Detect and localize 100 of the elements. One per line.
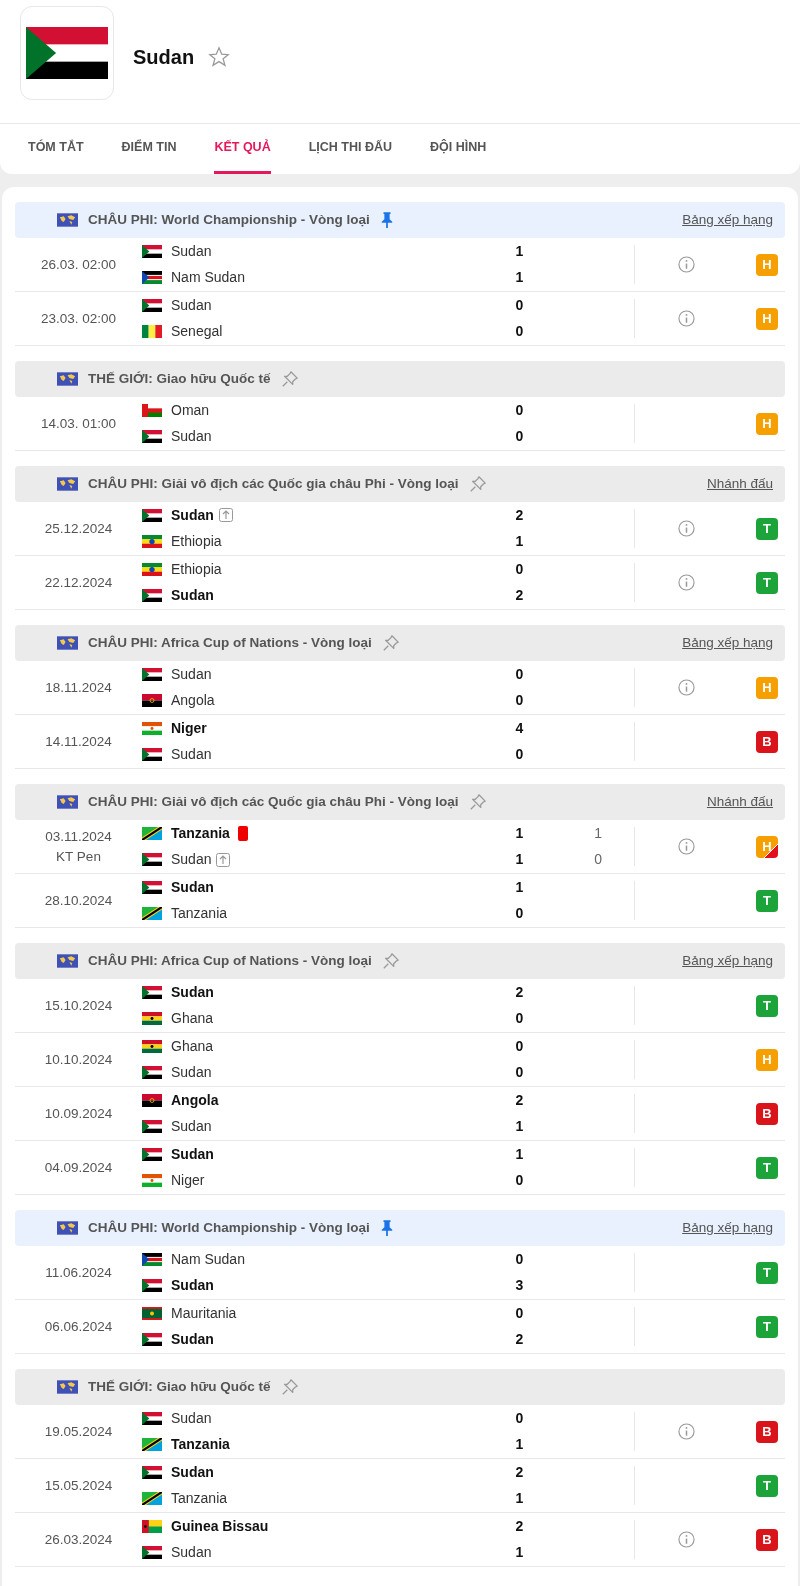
competition-title[interactable]: CHÂU PHI: Giải vô địch các Quốc gia châu Phi - Vòng loại (88, 473, 459, 495)
team-name[interactable]: Sudan (171, 426, 212, 448)
tab[interactable]: ĐỘI HÌNH (430, 124, 487, 174)
flag-icon (142, 1012, 162, 1026)
match-date: 15.05.2024 (44, 1476, 113, 1495)
flag-icon (142, 1306, 162, 1320)
team-name[interactable]: Tanzania (171, 903, 228, 925)
team-name[interactable]: Guinea Bissau (171, 1515, 269, 1537)
match-date: 11.06.2024 (45, 1263, 112, 1282)
pin-icon[interactable] (379, 1219, 394, 1237)
team-name[interactable]: Ethiopia (171, 558, 222, 580)
team-name[interactable]: Sudan (171, 294, 212, 316)
competition-title[interactable]: THẾ GIỚI: Giao hữu Quốc tế (88, 1376, 271, 1398)
competition-title[interactable]: CHÂU PHI: Africa Cup of Nations - Vòng loại (88, 632, 372, 654)
team-name[interactable]: Sudan (171, 585, 214, 607)
standings-link[interactable]: Bảng xếp hạng (682, 950, 773, 972)
tab[interactable]: TÓM TẮT (28, 124, 84, 174)
match-date: 19.05.2024 (44, 1422, 113, 1441)
team-name[interactable]: Sudan (171, 981, 214, 1003)
tab[interactable]: ĐIỂM TIN (121, 124, 177, 174)
info-icon[interactable] (678, 1423, 695, 1440)
score: 3 (514, 1276, 525, 1296)
team-name[interactable]: Oman (171, 399, 210, 421)
team-name[interactable]: Tanzania (171, 1488, 228, 1510)
flag-icon (142, 667, 162, 681)
match-date: 03.11.2024 (45, 827, 112, 846)
info-icon[interactable] (678, 256, 695, 273)
penalty-score: 0 (593, 850, 603, 870)
standings-link[interactable]: Nhánh đấu (706, 791, 773, 813)
team-name[interactable]: Ethiopia (171, 531, 222, 553)
info-icon[interactable] (678, 838, 695, 855)
result-badge: B (756, 1420, 778, 1443)
score: 2 (514, 505, 525, 525)
score: 1 (514, 877, 525, 897)
team-name[interactable]: Sudan (171, 1275, 214, 1297)
team-name[interactable]: Sudan (171, 504, 214, 526)
flag-icon (142, 1174, 162, 1188)
competition-title[interactable]: CHÂU PHI: Giải vô địch các Quốc gia châu Phi - Vòng loại (88, 791, 459, 813)
standings-link[interactable]: Nhánh đấu (706, 473, 773, 495)
team-name[interactable]: Sudan (171, 744, 212, 766)
competition-title[interactable]: CHÂU PHI: World Championship - Vòng loại (88, 1217, 370, 1239)
info-icon[interactable] (678, 520, 695, 537)
flag-icon (142, 694, 162, 708)
team-name[interactable]: Sudan (171, 663, 212, 685)
team-name[interactable]: Sudan (171, 876, 214, 898)
score: 1 (514, 268, 525, 288)
competition-title[interactable]: CHÂU PHI: Africa Cup of Nations - Vòng loại (88, 950, 372, 972)
standings-link[interactable]: Bảng xếp hạng (682, 632, 773, 654)
world-map-icon (57, 636, 78, 650)
team-name[interactable]: Mauritania (171, 1302, 237, 1324)
team-name[interactable]: Niger (171, 717, 207, 739)
match-date: 14.11.2024 (45, 732, 112, 751)
competition-title[interactable]: CHÂU PHI: World Championship - Vòng loại (88, 209, 370, 231)
team-name[interactable]: Sudan (171, 1116, 212, 1138)
team-name[interactable]: Sudan (171, 240, 212, 262)
team-name[interactable]: Angola (171, 1089, 219, 1111)
pin-icon[interactable] (381, 634, 400, 652)
team-name[interactable]: Nam Sudan (171, 267, 245, 289)
team-name[interactable]: Sudan (171, 1062, 212, 1084)
team-name[interactable]: Sudan (171, 1143, 214, 1165)
flag-icon (142, 853, 162, 867)
team-name[interactable]: Sudan (171, 1542, 212, 1564)
star-icon[interactable] (208, 45, 231, 68)
team-name[interactable]: Angola (171, 690, 215, 712)
standings-link[interactable]: Bảng xếp hạng (682, 1217, 773, 1239)
tab[interactable]: LỊCH THI ĐẤU (308, 124, 392, 174)
info-icon[interactable] (678, 1531, 695, 1548)
info-icon[interactable] (678, 679, 695, 696)
team-name[interactable]: Sudan (171, 1407, 212, 1429)
team-name[interactable]: Sudan (171, 1329, 214, 1351)
flag-icon (142, 1066, 162, 1080)
team-name[interactable]: Nam Sudan (171, 1248, 245, 1270)
flag-icon (142, 589, 162, 603)
flag-icon (142, 1039, 162, 1053)
team-name[interactable]: Niger (171, 1170, 205, 1192)
standings-link[interactable]: Bảng xếp hạng (682, 209, 773, 231)
pin-icon[interactable] (280, 370, 299, 388)
team-name[interactable]: Ghana (171, 1035, 214, 1057)
info-icon[interactable] (678, 574, 695, 591)
competition-title[interactable]: THẾ GIỚI: Giao hữu Quốc tế (88, 368, 271, 390)
team-name[interactable]: Senegal (171, 321, 223, 343)
pin-icon[interactable] (468, 793, 487, 811)
flag-icon (142, 1333, 162, 1347)
pin-icon[interactable] (280, 1378, 299, 1396)
match-date: 10.10.2024 (44, 1050, 113, 1069)
score: 4 (514, 718, 525, 738)
result-badge: H (756, 412, 778, 435)
team-name[interactable]: Tanzania (171, 822, 230, 844)
team-name[interactable]: Tanzania (171, 1434, 230, 1456)
info-icon[interactable] (678, 310, 695, 327)
result-badge: T (756, 1261, 778, 1284)
flag-icon (142, 1279, 162, 1293)
team-name[interactable]: Sudan (171, 1461, 214, 1483)
pin-icon[interactable] (379, 211, 394, 229)
pin-icon[interactable] (381, 952, 400, 970)
pin-icon[interactable] (468, 475, 487, 493)
result-badge: H (756, 307, 778, 330)
tab[interactable]: KẾT QUẢ (214, 124, 271, 174)
team-name[interactable]: Ghana (171, 1008, 214, 1030)
team-name[interactable]: Sudan (171, 849, 212, 871)
